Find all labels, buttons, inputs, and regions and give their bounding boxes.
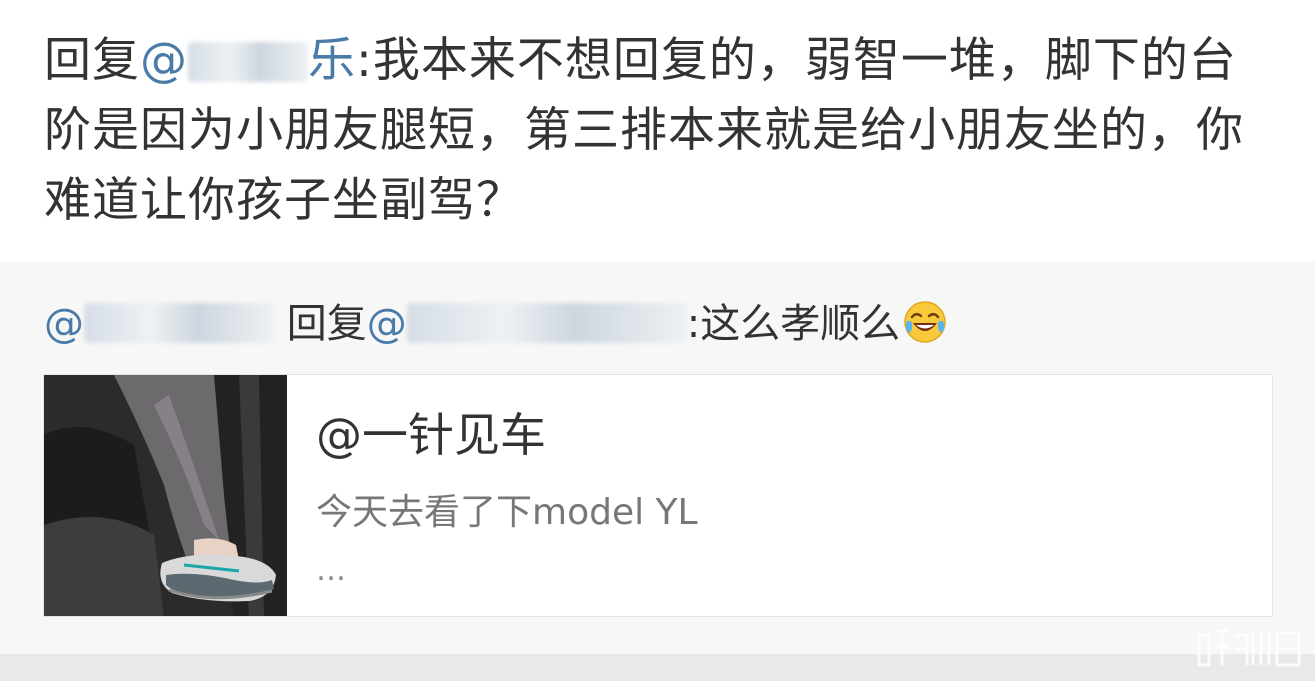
card-description: 今天去看了下model YL <box>316 492 698 533</box>
link-card[interactable]: @一针见车 今天去看了下model YL … <box>43 374 1273 617</box>
blurred-username <box>188 42 308 82</box>
mention-at: @ <box>44 301 84 347</box>
blurred-username <box>406 303 687 343</box>
quoted-reply-line: @ 回复@:这么孝顺么 <box>44 292 1284 356</box>
mention-tail: 乐 <box>308 33 356 88</box>
quote-author-mention[interactable]: @ <box>44 301 274 347</box>
laughing-crying-emoji-icon <box>902 299 948 345</box>
quote-target-mention[interactable]: @ <box>367 301 687 347</box>
reply-text: 回复@ 乐:我本来不想回复的，弱智一堆，脚下的台阶是因为小朋友腿短，第三排本来就是… <box>44 26 1284 236</box>
card-title: @一针见车 <box>316 408 546 462</box>
bottom-divider <box>0 654 1315 681</box>
reply-comment: 回复@ 乐:我本来不想回复的，弱智一堆，脚下的台阶是因为小朋友腿短，第三排本来就是… <box>0 0 1315 262</box>
card-thumbnail <box>44 375 287 616</box>
mention-at: @ <box>366 301 407 347</box>
blurred-username <box>84 303 274 343</box>
reply-prefix: 回复 <box>44 33 140 88</box>
watermark-icon <box>1195 625 1305 671</box>
card-ellipsis: … <box>316 553 346 588</box>
quote-reply-word: 回复 <box>286 301 367 347</box>
quote-body: :这么孝顺么 <box>686 301 901 347</box>
mention-at: @ <box>140 33 188 88</box>
reply-mention[interactable]: @ 乐 <box>140 33 356 88</box>
